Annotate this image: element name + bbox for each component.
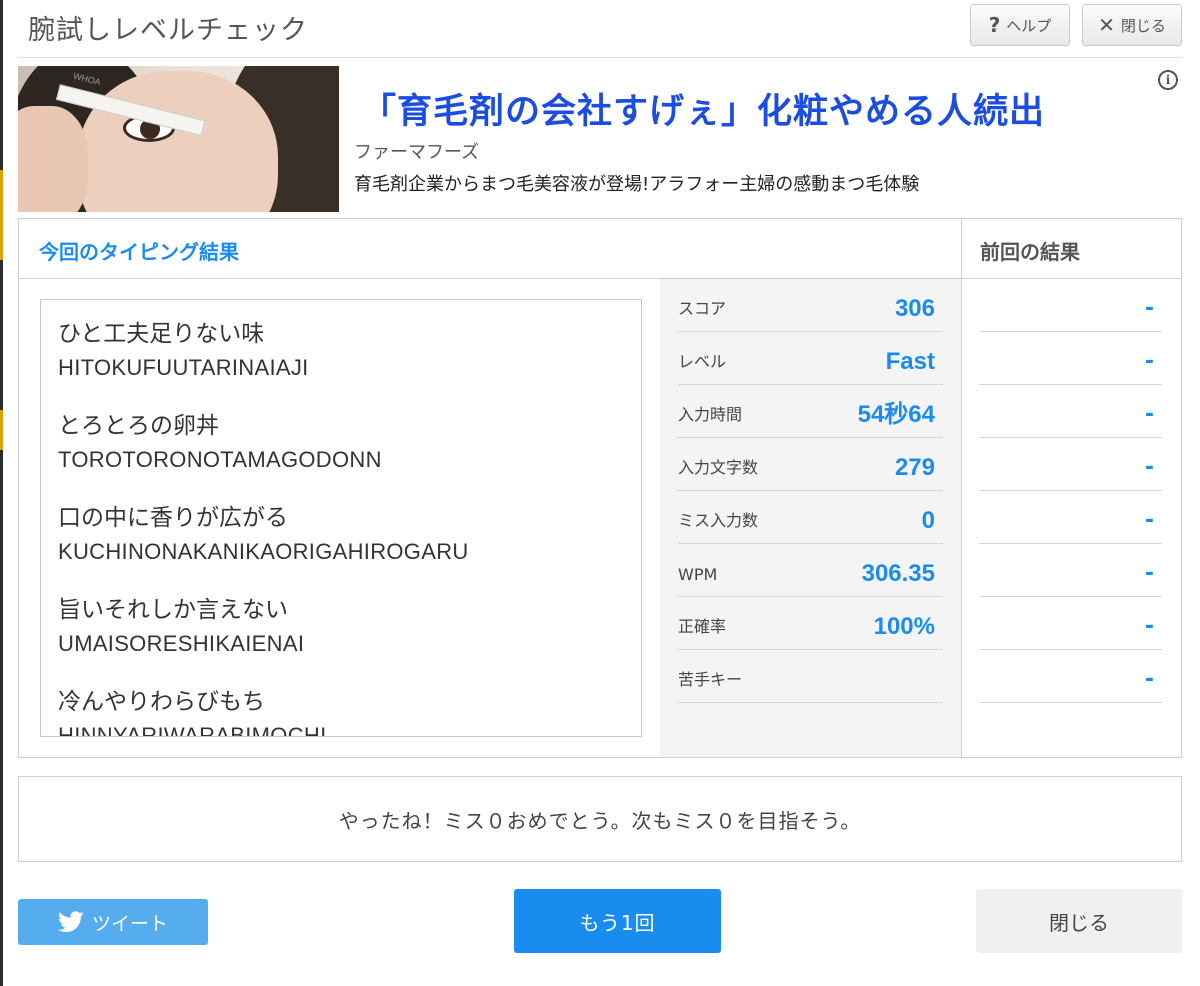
word-romaji: HINNYARIWARABIMOCHI [58,723,327,737]
ad-banner[interactable]: WHOA 「育毛剤の会社すげぇ」化粧やめる人続出 ファーマフーズ 育毛剤企業から… [18,66,1182,212]
tweet-button[interactable]: ツイート [18,899,208,945]
stat-row: レベル Fast [678,332,943,385]
stat-row: WPM 306.35 [678,544,943,597]
close-header-button[interactable]: ✕ 閉じる [1082,4,1182,46]
stat-value: Fast [885,348,935,375]
stat-value: 306.35 [861,560,935,587]
question-icon: ? [988,13,1001,37]
word-romaji: KUCHINONAKANIKAORIGAHIROGARU [58,539,469,564]
ad-info-icon[interactable]: i [1158,70,1178,90]
previous-stat-row: - [979,438,1162,491]
x-icon: ✕ [1098,13,1115,37]
result-message: やったね！ミス０おめでとう。次もミス０を目指そう。 [18,776,1182,862]
dialog-titlebar: 腕試しレベルチェック ? ヘルプ ✕ 閉じる [0,0,1200,58]
typed-words-list[interactable]: ひと工夫足りない味 HITOKUFUUTARINAIAJI とろとろの卵丼 TOROT… [40,299,642,737]
previous-stat-value: - [1144,614,1154,639]
previous-stat-value: - [1144,508,1154,533]
previous-stat-value: - [1144,402,1154,427]
word-item: 口の中に香りが広がる KUCHINONAKANIKAORIGAHIROGARU [58,501,641,569]
word-japanese: 冷んやりわらびもち [58,689,265,715]
word-japanese: とろとろの卵丼 [58,413,219,439]
stat-label: WPM [678,565,718,584]
previous-stat-row: - [979,650,1162,703]
background-window-edge [0,0,3,986]
stat-value: 0 [921,507,935,534]
stat-row: 正確率 100% [678,597,943,650]
tweet-button-label: ツイート [91,912,168,935]
previous-stat-value: - [1144,349,1154,374]
current-results-title: 今回のタイピング結果 [39,240,239,264]
word-item: 旨いそれしか言えない UMAISORESHIKAIENAI [58,593,641,661]
previous-stat-row: - [979,491,1162,544]
stat-row: ミス入力数 0 [678,491,943,544]
ad-description[interactable]: 育毛剤企業からまつ毛美容液が登場!アラフォー主婦の感動まつ毛体験 [354,170,919,196]
stat-label: スコア [678,299,727,318]
previous-stat-row: - [979,332,1162,385]
ad-image[interactable]: WHOA [18,66,339,212]
stat-label: ミス入力数 [678,511,759,530]
previous-stat-row: - [979,279,1162,332]
close-button[interactable]: 閉じる [976,889,1182,953]
dialog-title: 腕試しレベルチェック [28,15,308,46]
word-item: ひと工夫足りない味 HITOKUFUUTARINAIAJI [58,317,641,385]
stat-label: 入力文字数 [678,458,759,477]
word-item: とろとろの卵丼 TOROTORONOTAMAGODONN [58,409,641,477]
current-stats: スコア 306 レベル Fast 入力時間 54秒64 入力文字数 279 ミス入力数 0 WPM 3… [660,279,961,757]
stat-value: 279 [894,454,935,481]
previous-stat-row: - [979,385,1162,438]
stat-row: 入力文字数 279 [678,438,943,491]
previous-results-title: 前回の結果 [980,240,1080,264]
stat-label: 正確率 [678,617,727,636]
results-panel: 今回のタイピング結果 前回の結果 ひと工夫足りない味 HITOKUFUUTARIN… [18,218,1182,758]
stat-value: 100% [873,613,935,640]
help-button-label: ヘルプ [1006,16,1052,35]
word-japanese: 口の中に香りが広がる [58,505,288,531]
help-button[interactable]: ? ヘルプ [970,4,1070,46]
stat-value: 306 [894,295,935,322]
stat-value: 54秒64 [857,401,935,428]
ad-sponsor: ファーマフーズ [354,142,480,163]
stat-label: 入力時間 [678,405,743,424]
stat-row: 苦手キー [678,650,943,703]
previous-stat-value: - [1144,455,1154,480]
word-japanese: ひと工夫足りない味 [58,321,265,347]
previous-stat-value: - [1144,667,1154,692]
stat-label: レベル [678,352,727,371]
word-romaji: UMAISORESHIKAIENAI [58,631,305,656]
results-header: 今回のタイピング結果 前回の結果 [19,219,1181,279]
previous-stat-row: - [979,597,1162,650]
stat-row: スコア 306 [678,279,943,332]
stat-label: 苦手キー [678,670,743,689]
twitter-bird-icon [57,911,84,933]
close-header-button-label: 閉じる [1120,16,1166,35]
previous-stat-row: - [979,544,1162,597]
word-item: 冷んやりわらびもち HINNYARIWARABIMOCHI [58,685,641,737]
ad-headline-link[interactable]: 「育毛剤の会社すげぇ」化粧やめる人続出 [361,83,1045,134]
previous-stat-value: - [1144,296,1154,321]
retry-button[interactable]: もう1回 [514,889,721,953]
title-divider [18,57,1182,58]
word-romaji: HITOKUFUUTARINAIAJI [58,355,309,380]
word-japanese: 旨いそれしか言えない [58,597,288,623]
stat-row: 入力時間 54秒64 [678,385,943,438]
previous-stats: - - - - - - - - [962,279,1181,757]
previous-stat-value: - [1144,561,1154,586]
word-romaji: TOROTORONOTAMAGODONN [58,447,382,472]
